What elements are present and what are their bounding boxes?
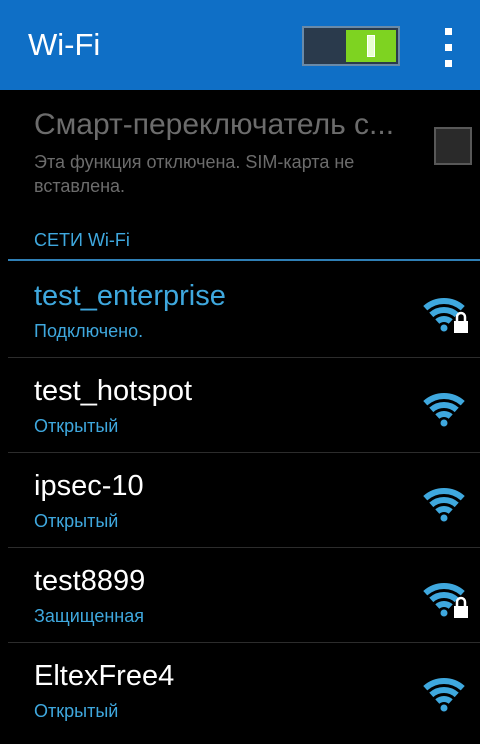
network-status: Открытый <box>34 416 119 436</box>
network-item[interactable]: test_hotspot Открытый <box>0 358 480 453</box>
page-title: Wi-Fi <box>28 27 101 62</box>
network-ssid: EltexFree4 <box>34 660 175 692</box>
lock-icon <box>454 311 468 333</box>
app-bar: Wi-Fi <box>0 0 480 90</box>
lock-icon <box>454 596 468 618</box>
toggle-knob <box>346 30 396 62</box>
toggle-on-indicator <box>367 35 375 57</box>
section-header-networks: СЕТИ Wi-Fi <box>34 230 130 250</box>
smart-switch-checkbox[interactable] <box>434 127 472 165</box>
wifi-settings-screen: Wi-Fi Смарт-переключатель с... Эта функц… <box>0 0 480 744</box>
network-status: Подключено. <box>34 321 144 341</box>
wifi-signal-locked-icon <box>423 298 468 333</box>
network-item[interactable]: ipsec-10 Открытый <box>0 453 480 548</box>
overflow-menu-icon[interactable] <box>436 28 460 68</box>
network-item[interactable]: test_enterprise Подключено. <box>0 263 480 358</box>
smart-switch-description: Эта функция отключена. SIM-карта не вста… <box>34 152 355 196</box>
network-ssid: test_hotspot <box>34 375 192 407</box>
network-status: Открытый <box>34 511 119 531</box>
wifi-signal-icon <box>423 393 465 427</box>
network-ssid: test8899 <box>34 565 146 597</box>
network-status: Открытый <box>34 701 119 721</box>
network-status: Защищенная <box>34 606 145 626</box>
network-ssid: test_enterprise <box>34 280 226 312</box>
network-ssid: ipsec-10 <box>34 470 144 502</box>
network-item[interactable]: EltexFree4 Открытый <box>0 643 480 738</box>
wifi-signal-locked-icon <box>423 583 468 618</box>
section-divider <box>8 259 480 261</box>
wifi-signal-icon <box>423 678 465 712</box>
smart-switch-title: Смарт-переключатель с... <box>34 108 395 141</box>
wifi-master-toggle[interactable] <box>302 26 400 66</box>
wifi-signal-icon <box>423 488 465 522</box>
network-item[interactable]: test8899 Защищенная <box>0 548 480 643</box>
